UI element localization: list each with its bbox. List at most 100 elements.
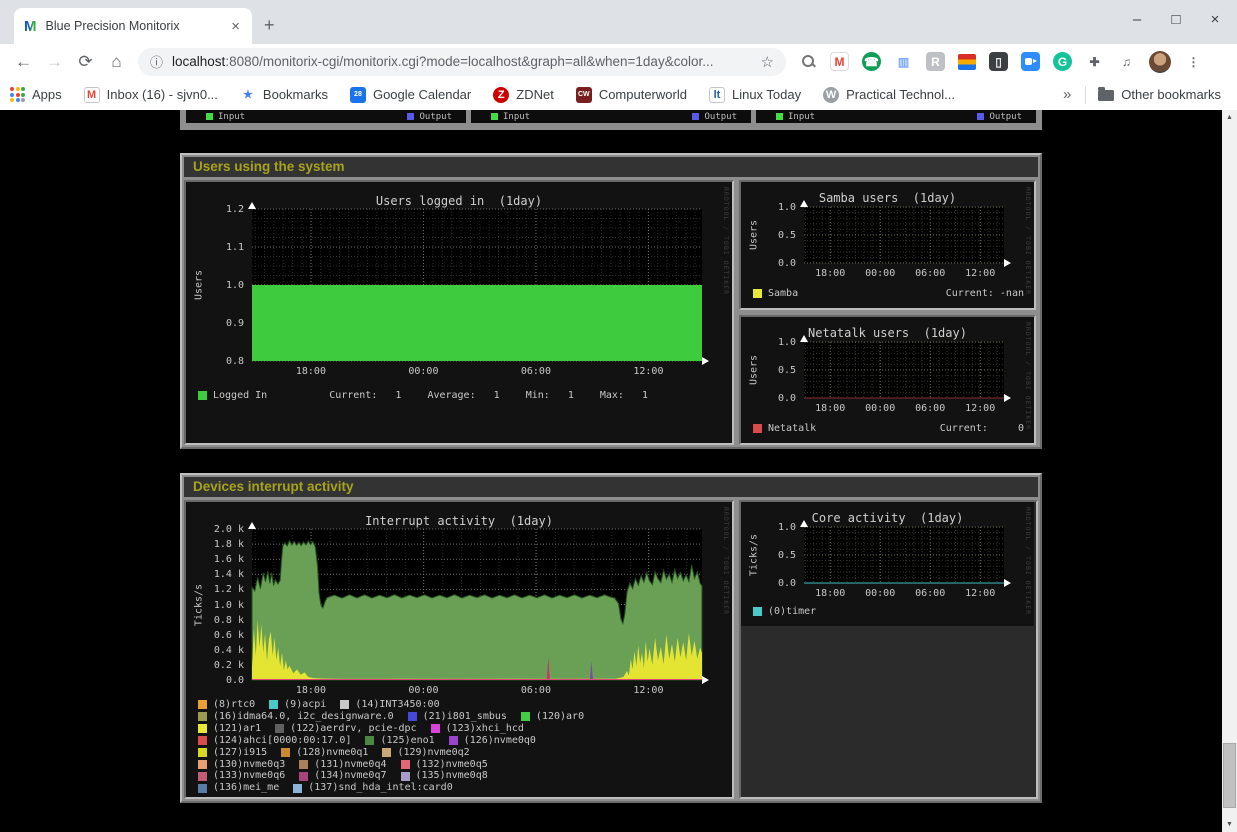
page-content: InputOutput InputOutput InputOutput Users … — [0, 110, 1222, 832]
legend-item: (131)nvme0q4 — [299, 759, 386, 771]
y-tick-label: 0.6 k — [186, 630, 244, 641]
x-tick-label: 18:00 — [812, 403, 848, 414]
bookmarks-overflow-icon[interactable]: » — [1063, 86, 1071, 103]
x-tick-label: 18:00 — [812, 268, 848, 279]
back-icon[interactable]: ← — [8, 52, 39, 72]
legend-item: (126)nvme0q0 — [449, 735, 536, 747]
y-tick-label: 0.5 — [741, 365, 796, 376]
scroll-down-icon[interactable]: ▼ — [1222, 817, 1237, 832]
x-tick-label: 06:00 — [912, 588, 948, 599]
google-calendar-icon: 28 — [350, 87, 366, 103]
y-tick-label: 0.0 — [741, 578, 796, 589]
search-icon[interactable] — [800, 53, 817, 70]
rrdtool-watermark: RRDTOOL / TOBI OETIKER — [1024, 507, 1032, 615]
partial-graph-panel: InputOutput — [471, 110, 751, 123]
tab-close-icon[interactable]: × — [229, 18, 242, 35]
legend-swatch-icon — [401, 772, 410, 781]
x-axis-arrow-icon — [1004, 394, 1011, 402]
legend-swatch-icon — [299, 760, 308, 769]
y-tick-label: 1.0 — [186, 280, 244, 291]
site-info-icon[interactable]: ⓘ — [150, 52, 163, 71]
y-tick-label: 0.0 — [741, 258, 796, 269]
bookmark-label: ZDNet — [516, 87, 554, 102]
window-maximize-icon[interactable]: □ — [1168, 11, 1184, 28]
y-tick-label: 0.9 — [186, 318, 244, 329]
x-tick-label: 00:00 — [862, 268, 898, 279]
window-minimize-icon[interactable]: – — [1129, 11, 1145, 28]
reload-icon[interactable]: ⟳ — [70, 52, 101, 72]
bookmark-item-google-calendar[interactable]: 28Google Calendar — [350, 87, 471, 103]
y-tick-label: 0.4 k — [186, 645, 244, 656]
bookmark-item-computerworld[interactable]: CWComputerworld — [576, 87, 687, 103]
section-interrupts-header: Devices interrupt activity — [184, 477, 1038, 497]
interrupt-activity-graph[interactable]: Interrupt activity (1day)Ticks/sRRDTOOL … — [186, 502, 732, 797]
x-tick-label: 00:00 — [405, 685, 441, 696]
bookmark-item-gmail-inbox[interactable]: MInbox (16) - sjvn0... — [84, 87, 218, 103]
legend-swatch-icon — [408, 712, 417, 721]
bookmark-item-linux-today[interactable]: lt Linux Today — [709, 87, 801, 103]
plot-area — [252, 529, 702, 680]
partial-network-section: InputOutput InputOutput InputOutput — [180, 110, 1042, 130]
zoom-camera-icon[interactable] — [1021, 52, 1040, 71]
legend-swatch-icon — [753, 289, 762, 298]
x-tick-label: 18:00 — [812, 588, 848, 599]
core-activity-graph[interactable]: Core activity (1day)Ticks/sRRDTOOL / TOB… — [741, 502, 1034, 626]
dark-app-icon[interactable]: ▯ — [989, 52, 1008, 71]
partial-graph-panel: InputOutput — [186, 110, 466, 123]
legend-item: (16)idma64.0, i2c_designware.0 — [198, 711, 394, 723]
vertical-scrollbar[interactable]: ▲ ▼ — [1222, 110, 1237, 832]
other-bookmarks-label: Other bookmarks — [1121, 87, 1221, 102]
browser-tab[interactable]: M Blue Precision Monitorix × — [14, 8, 252, 44]
series-Logged In — [252, 285, 702, 361]
users-logged-in-graph[interactable]: Users logged in (1day)UsersRRDTOOL / TOB… — [186, 182, 732, 443]
legend-swatch-icon — [198, 700, 207, 709]
legend-swatch-icon — [293, 784, 302, 793]
r-app-icon[interactable]: R — [926, 52, 945, 71]
legend-swatch-icon — [198, 748, 207, 757]
profile-avatar-icon[interactable] — [1149, 51, 1171, 73]
new-tab-button[interactable]: + — [264, 16, 275, 34]
section-users-header: Users using the system — [184, 157, 1038, 177]
address-bar[interactable]: ⓘ localhost:8080/monitorix-cgi/monitorix… — [138, 48, 786, 76]
bookmark-label: Linux Today — [732, 87, 801, 102]
forward-icon[interactable]: → — [39, 52, 70, 72]
copy-pages-icon[interactable]: ▥ — [894, 52, 913, 71]
partial-graph-panel: InputOutput — [756, 110, 1036, 123]
x-tick-label: 12:00 — [630, 366, 666, 377]
computerworld-icon: CW — [576, 87, 592, 103]
plot-area — [252, 209, 702, 361]
legend-item: Current: 1 — [329, 390, 401, 402]
extensions-puzzle-icon[interactable]: ✚ — [1085, 52, 1104, 71]
bookmark-item-zdnet[interactable]: Z ZDNet — [493, 87, 554, 103]
grammarly-icon[interactable]: G — [1053, 52, 1072, 71]
samba-users-graph[interactable]: Samba users (1day)UsersRRDTOOL / TOBI OE… — [741, 182, 1034, 308]
bookmark-label: Bookmarks — [263, 87, 328, 102]
input-legend: Input — [206, 112, 245, 122]
chart-legend: NetatalkCurrent: 0 — [753, 423, 1024, 435]
bookmark-item-apps[interactable]: Apps — [10, 87, 62, 102]
browser-menu-icon[interactable]: ⋮ — [1184, 52, 1203, 71]
gmail-icon[interactable]: M — [830, 52, 849, 71]
legend-item: (133)nvme0q6 — [198, 770, 285, 782]
scroll-up-icon[interactable]: ▲ — [1222, 110, 1237, 125]
netatalk-users-graph[interactable]: Netatalk users (1day)UsersRRDTOOL / TOBI… — [741, 317, 1034, 443]
home-icon[interactable]: ⌂ — [101, 52, 132, 72]
playlist-icon[interactable]: ♫ — [1117, 52, 1136, 71]
bookmark-item-bookmarks-star[interactable]: ★Bookmarks — [240, 87, 328, 103]
bookmark-star-icon[interactable]: ☆ — [761, 53, 774, 71]
folder-icon — [1098, 90, 1114, 101]
reading-stack-icon[interactable] — [958, 54, 976, 70]
zdnet-icon: Z — [493, 87, 509, 103]
legend-item: (137)snd_hda_intel:card0 — [293, 782, 453, 794]
scrollbar-thumb[interactable] — [1223, 743, 1236, 808]
google-voice-icon[interactable]: ☎ — [862, 52, 881, 71]
samba-users-panel: Samba users (1day)UsersRRDTOOL / TOBI OE… — [739, 180, 1036, 310]
x-tick-label: 00:00 — [862, 403, 898, 414]
window-close-icon[interactable]: × — [1207, 11, 1223, 28]
x-tick-label: 12:00 — [962, 268, 998, 279]
other-bookmarks-button[interactable]: Other bookmarks — [1098, 87, 1221, 102]
rrdtool-watermark: RRDTOOL / TOBI OETIKER — [1024, 322, 1032, 430]
linux-today-icon: lt — [709, 87, 725, 103]
interrupt-activity-panel: Interrupt activity (1day)Ticks/sRRDTOOL … — [184, 500, 734, 799]
bookmark-item-practical-technology[interactable]: WPractical Technol... — [823, 87, 955, 103]
